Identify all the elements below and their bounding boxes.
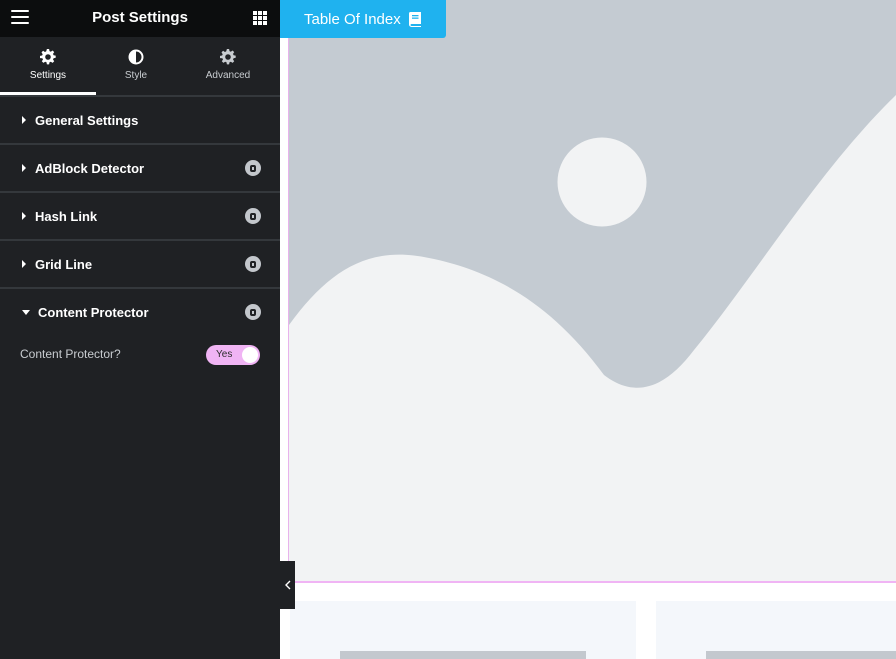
gear-icon xyxy=(220,49,236,65)
section-title: Hash Link xyxy=(35,208,98,224)
tab-advanced[interactable]: Advanced xyxy=(176,37,280,95)
gear-icon xyxy=(40,49,56,65)
post-card[interactable] xyxy=(656,601,896,659)
preview-canvas: Table Of Index xyxy=(280,0,896,659)
section-general-settings[interactable]: General Settings xyxy=(0,95,280,143)
caret-right-icon xyxy=(22,164,26,172)
section-title: Grid Line xyxy=(35,256,93,272)
image-placeholder-graphic xyxy=(289,0,896,581)
panel-header: Post Settings xyxy=(0,0,280,37)
tab-style[interactable]: Style xyxy=(96,37,176,95)
collapse-panel-button[interactable] xyxy=(280,561,295,609)
toggle-text: Yes xyxy=(216,349,233,360)
panel-tabs: Settings Style Advanced xyxy=(0,37,280,95)
pro-badge-icon xyxy=(245,304,261,320)
section-title: Content Protector xyxy=(38,304,149,320)
content-protector-control: Content Protector? Yes xyxy=(0,336,280,374)
tab-settings[interactable]: Settings xyxy=(0,37,96,95)
editor-panel: Post Settings Settings Style Advanced Ge… xyxy=(0,0,280,659)
panel-title: Post Settings xyxy=(92,9,188,26)
widget-outline xyxy=(288,581,896,583)
tab-label: Style xyxy=(124,70,148,81)
widgets-grid-icon[interactable] xyxy=(253,11,267,25)
caret-right-icon xyxy=(22,212,26,220)
section-grid-line[interactable]: Grid Line xyxy=(0,239,280,287)
caret-right-icon xyxy=(22,116,26,124)
caret-down-icon xyxy=(22,309,30,315)
section-title: General Settings xyxy=(35,112,139,128)
pro-badge-icon xyxy=(245,256,261,272)
pro-badge-icon xyxy=(245,160,261,176)
table-of-index-tab[interactable]: Table Of Index xyxy=(280,0,446,38)
pro-badge-icon xyxy=(245,208,261,224)
section-content-protector[interactable]: Content Protector xyxy=(0,287,280,335)
half-circle-icon xyxy=(128,49,144,65)
image-placeholder[interactable] xyxy=(288,0,896,581)
tab-label: Advanced xyxy=(205,70,251,81)
section-hash-link[interactable]: Hash Link xyxy=(0,191,280,239)
post-card[interactable] xyxy=(290,601,636,659)
toc-tab-label: Table Of Index xyxy=(304,10,401,28)
book-icon xyxy=(408,11,421,27)
chevron-left-icon xyxy=(284,580,290,590)
caret-right-icon xyxy=(22,260,26,268)
section-title: AdBlock Detector xyxy=(35,160,145,176)
section-adblock-detector[interactable]: AdBlock Detector xyxy=(0,143,280,191)
card-placeholder-bar xyxy=(706,651,896,659)
content-protector-toggle[interactable]: Yes xyxy=(206,345,260,365)
tab-label: Settings xyxy=(29,70,67,81)
control-label: Content Protector? xyxy=(20,347,121,361)
toggle-knob xyxy=(242,347,258,363)
card-placeholder-bar xyxy=(340,651,586,659)
